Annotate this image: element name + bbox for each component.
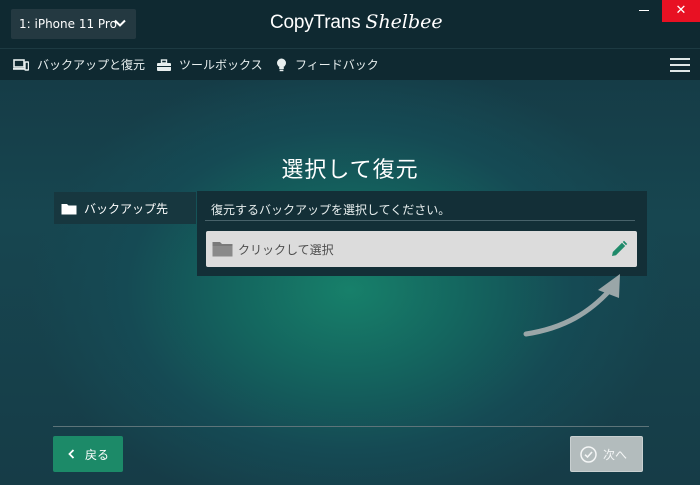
arrow-pointer-icon: [523, 274, 620, 337]
pencil-icon[interactable]: [610, 240, 628, 258]
back-button[interactable]: 戻る: [53, 436, 123, 472]
hamburger-menu-icon[interactable]: [670, 58, 690, 72]
menu-item-toolbox[interactable]: ツールボックス: [157, 49, 263, 80]
chevron-down-icon: [114, 19, 126, 27]
menu-item-label: バックアップと復元: [37, 58, 146, 72]
menu-item-label: ツールボックス: [179, 58, 263, 72]
minimize-button[interactable]: [628, 0, 660, 22]
footer-divider: [53, 426, 649, 427]
side-tab-label: バックアップ先: [84, 201, 169, 216]
backup-select-field[interactable]: クリックして選択: [206, 231, 637, 267]
side-tab-backup-destination[interactable]: バックアップ先: [54, 192, 196, 224]
brand-name: CopyTrans: [270, 12, 361, 33]
menu-bar: バックアップと復元 ツールボックス フィードバック: [0, 48, 700, 80]
menu-item-label: フィードバック: [295, 58, 379, 72]
menu-item-feedback[interactable]: フィードバック: [276, 49, 379, 80]
chevron-left-icon: [68, 449, 75, 459]
title-bar: 1: iPhone 11 Pro CopyTrans Shelbee ✕: [0, 0, 700, 48]
device-selector[interactable]: 1: iPhone 11 Pro: [11, 9, 136, 39]
back-button-label: 戻る: [85, 447, 110, 462]
field-label: クリックして選択: [238, 243, 334, 257]
next-button[interactable]: 次へ: [570, 436, 643, 472]
close-button[interactable]: ✕: [662, 0, 700, 22]
menu-item-backup-restore[interactable]: バックアップと復元: [13, 49, 145, 80]
folder-icon: [212, 242, 233, 257]
app-logo: CopyTrans Shelbee: [270, 11, 443, 39]
check-circle-icon: [580, 445, 597, 463]
toolbox-icon: [157, 58, 171, 71]
next-button-label: 次へ: [603, 447, 628, 462]
divider: [205, 220, 635, 221]
restore-panel: 復元するバックアップを選択してください。 クリックして選択: [197, 191, 647, 276]
brand-script: Shelbee: [365, 11, 443, 33]
app-window: 1: iPhone 11 Pro CopyTrans Shelbee ✕ バック…: [0, 0, 700, 485]
instruction-text: 復元するバックアップを選択してください。: [211, 203, 451, 217]
folder-icon: [61, 203, 77, 214]
device-selector-label: 1: iPhone 11 Pro: [19, 17, 117, 31]
page-title: 選択して復元: [281, 158, 419, 183]
devices-icon: [13, 58, 29, 71]
lightbulb-icon: [277, 58, 286, 71]
